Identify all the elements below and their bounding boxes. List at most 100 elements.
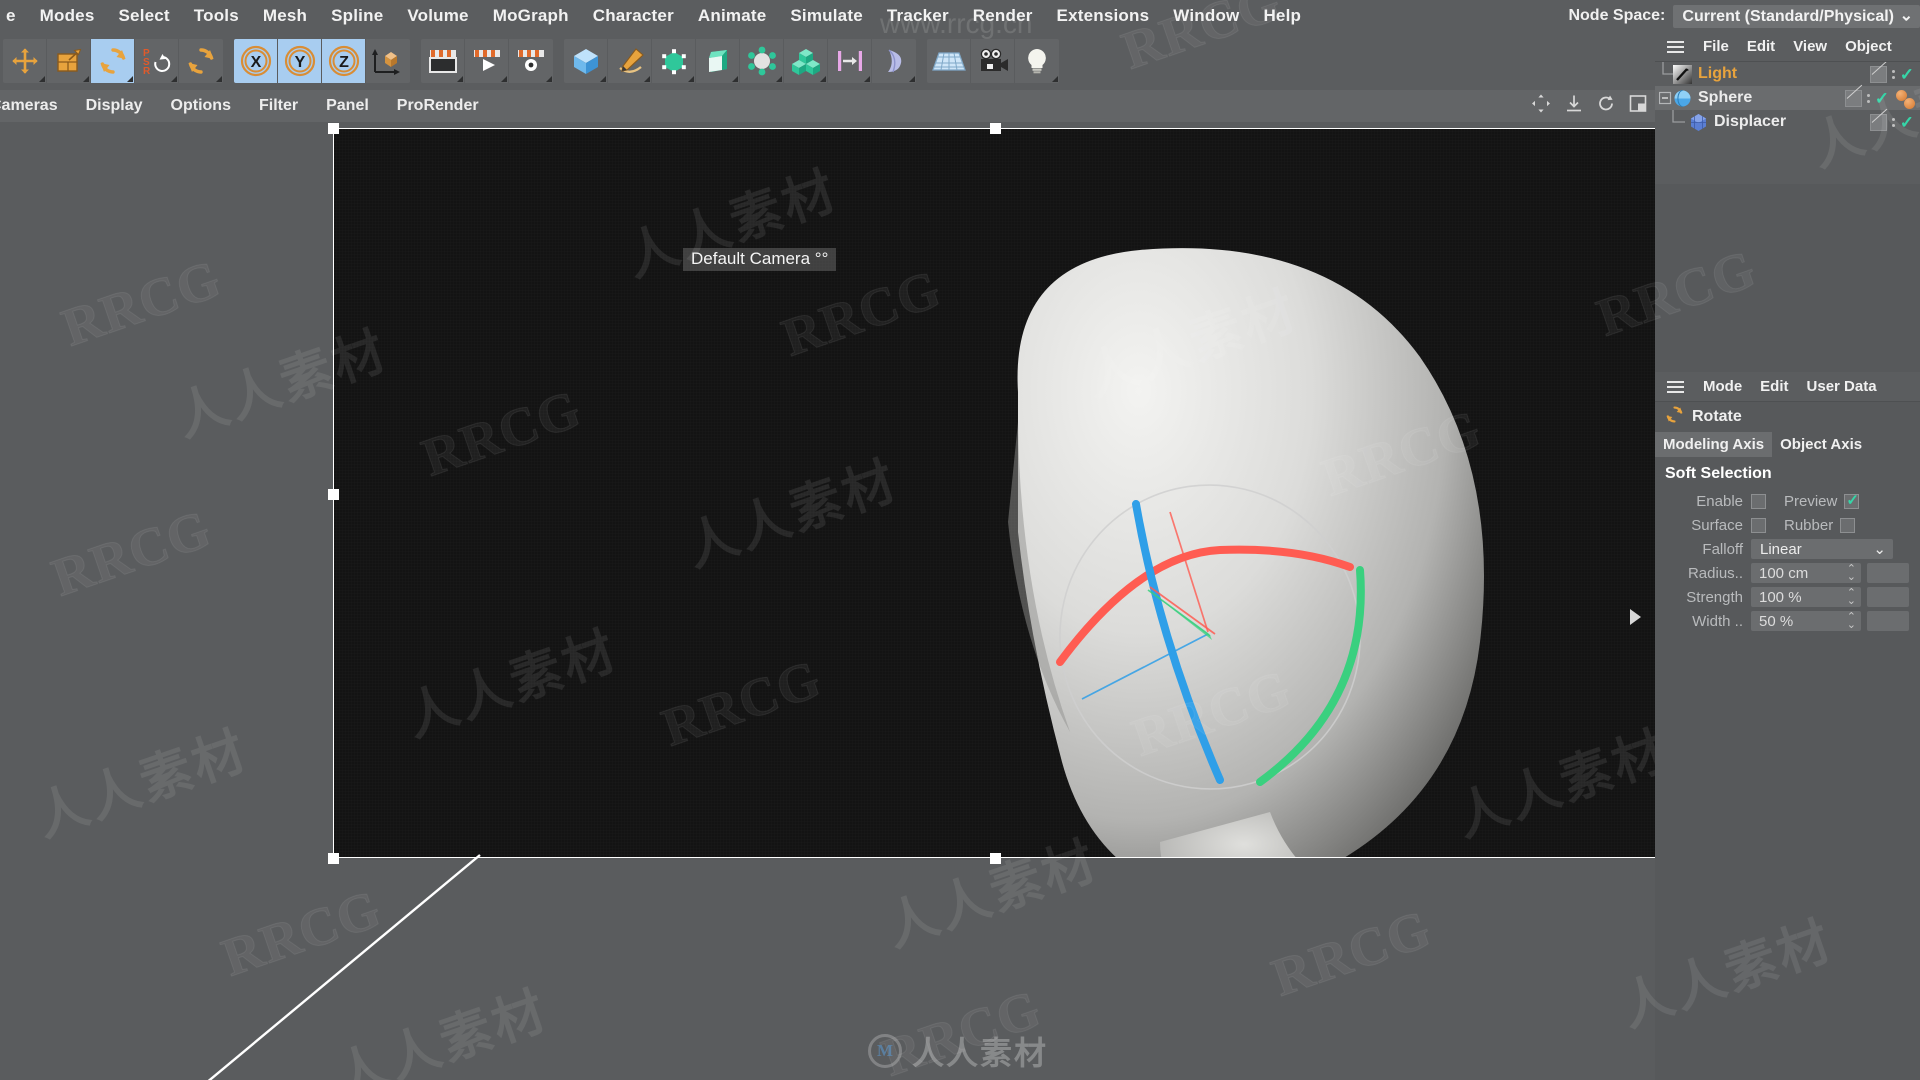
checkbox-enable[interactable] (1751, 493, 1766, 509)
menu-item-render[interactable]: Render (961, 6, 1045, 26)
visibility-tag-icon[interactable] (1869, 65, 1887, 83)
viewport-menu-display[interactable]: Display (72, 97, 157, 115)
viewport-menu-prorender[interactable]: ProRender (383, 97, 493, 115)
menu-item-mesh[interactable]: Mesh (251, 6, 319, 26)
label-rubber: Rubber (1784, 516, 1834, 534)
stepper-icon[interactable]: ⌃ ⌄ (1847, 612, 1856, 631)
rotate-alt-tool-button[interactable] (179, 39, 223, 83)
viewport-menu-cameras[interactable]: Cameras (0, 97, 72, 115)
menu-item-extensions[interactable]: Extensions (1045, 6, 1162, 26)
attr-menu-user-data[interactable]: User Data (1798, 378, 1886, 395)
rotate-gizmo[interactable] (1030, 462, 1380, 812)
menu-item-mograph[interactable]: MoGraph (481, 6, 581, 26)
render-settings-button[interactable] (509, 39, 553, 83)
attr-menu-mode[interactable]: Mode (1694, 378, 1751, 395)
menu-item-window[interactable]: Window (1161, 6, 1251, 26)
tool-flyout-corner (909, 76, 915, 82)
menu-item-0[interactable]: e (0, 6, 28, 26)
add-spline-button[interactable] (608, 39, 652, 83)
menu-item-tracker[interactable]: Tracker (875, 6, 961, 26)
strength-extra-field[interactable] (1867, 587, 1909, 607)
visibility-dots-icon[interactable] (1891, 69, 1895, 79)
pan-icon[interactable] (1531, 94, 1551, 119)
menu-item-volume[interactable]: Volume (395, 6, 480, 26)
add-deformer-button[interactable] (696, 39, 740, 83)
add-character-button[interactable] (872, 39, 916, 83)
sphere-object-icon (1673, 89, 1692, 108)
object-manager-tree[interactable]: Light ✓ Sphere ✓ Displacer ✓ (1655, 62, 1920, 184)
add-floor-button[interactable] (927, 39, 971, 83)
viewport-expand-arrow[interactable] (1630, 609, 1641, 625)
displacer-tag-dots-icon[interactable] (1896, 90, 1916, 110)
checkbox-preview[interactable] (1844, 491, 1860, 509)
add-camera-button[interactable] (971, 39, 1015, 83)
hamburger-icon[interactable] (1662, 380, 1688, 393)
objmgr-menu-file[interactable]: File (1694, 38, 1738, 55)
visibility-dots-icon[interactable] (1891, 117, 1895, 127)
menu-item-character[interactable]: Character (581, 6, 686, 26)
world-object-coords-button[interactable] (366, 39, 410, 83)
move-tool-button[interactable] (3, 39, 47, 83)
rotate-tool-button[interactable] (91, 39, 135, 83)
input-radius[interactable]: 100 cm ⌃ ⌄ (1751, 563, 1861, 583)
enable-check-icon[interactable]: ✓ (1900, 66, 1914, 83)
menu-item-spline[interactable]: Spline (319, 6, 395, 26)
checkbox-surface[interactable] (1751, 517, 1766, 533)
object-row-sphere[interactable]: Sphere ✓ (1655, 86, 1920, 110)
axis-z-toggle[interactable]: Z (322, 39, 366, 83)
width-extra-field[interactable] (1867, 611, 1909, 631)
select-falloff[interactable]: Linear ⌄ (1751, 539, 1893, 559)
add-scene-object-button[interactable] (740, 39, 784, 83)
enable-check-icon[interactable]: ✓ (1900, 114, 1914, 131)
tree-expand-toggle[interactable] (1658, 86, 1673, 110)
row-surface-rubber: Surface Rubber (1655, 513, 1920, 537)
viewport-menu-filter[interactable]: Filter (245, 97, 312, 115)
enable-check-icon[interactable]: ✓ (1875, 90, 1889, 107)
visibility-dots-icon[interactable] (1866, 93, 1870, 103)
add-light-button[interactable] (1015, 39, 1059, 83)
viewport-menu-panel[interactable]: Panel (312, 97, 383, 115)
menu-item-help[interactable]: Help (1251, 6, 1313, 26)
menu-item-modes[interactable]: Modes (28, 6, 107, 26)
scale-tool-button[interactable] (47, 39, 91, 83)
axis-x-toggle[interactable]: X (234, 39, 278, 83)
menu-item-animate[interactable]: Animate (686, 6, 778, 26)
psr-tool-button[interactable]: P S R (135, 39, 179, 83)
axis-y-toggle[interactable]: Y (278, 39, 322, 83)
tab-object-axis[interactable]: Object Axis (1772, 432, 1870, 457)
radius-extra-field[interactable] (1867, 563, 1909, 583)
add-generator-button[interactable] (652, 39, 696, 83)
stepper-icon[interactable]: ⌃ ⌄ (1847, 588, 1856, 607)
objmgr-menu-object[interactable]: Object (1836, 38, 1901, 55)
object-row-displacer[interactable]: Displacer ✓ (1655, 110, 1920, 134)
node-space-select[interactable]: Current (Standard/Physical) ⌄ (1673, 4, 1920, 28)
attr-menu-edit[interactable]: Edit (1751, 378, 1797, 395)
menu-item-simulate[interactable]: Simulate (778, 6, 874, 26)
object-row-light[interactable]: Light ✓ (1655, 62, 1920, 86)
input-strength[interactable]: 100 % ⌃ ⌄ (1751, 587, 1861, 607)
add-simulate-button[interactable] (828, 39, 872, 83)
maximize-view-icon[interactable] (1629, 95, 1647, 118)
rotate-view-icon[interactable] (1597, 95, 1615, 118)
3d-viewport[interactable]: Default Camera °° RRCG 人人素材 RRCG 人人素材 RR… (0, 122, 1655, 1080)
attributes-tabs: Modeling Axis Object Axis (1655, 432, 1920, 457)
visibility-tag-icon[interactable] (1869, 113, 1887, 131)
tab-modeling-axis[interactable]: Modeling Axis (1655, 432, 1773, 457)
render-view-button[interactable] (421, 39, 465, 83)
zoom-icon[interactable] (1565, 94, 1583, 119)
render-queue-button[interactable] (465, 39, 509, 83)
visibility-tag-icon[interactable] (1844, 89, 1862, 107)
objmgr-menu-edit[interactable]: Edit (1738, 38, 1784, 55)
hamburger-icon[interactable] (1662, 40, 1688, 53)
input-width[interactable]: 50 % ⌃ ⌄ (1751, 611, 1861, 631)
checkbox-rubber[interactable] (1840, 517, 1856, 533)
objmgr-menu-view[interactable]: View (1784, 38, 1836, 55)
add-cube-object-button[interactable] (564, 39, 608, 83)
svg-text:Z: Z (339, 54, 349, 71)
viewport-menu-options[interactable]: Options (157, 97, 245, 115)
tool-flyout-corner (216, 76, 222, 82)
add-mograph-button[interactable] (784, 39, 828, 83)
stepper-icon[interactable]: ⌃ ⌄ (1847, 564, 1856, 583)
menu-item-tools[interactable]: Tools (182, 6, 251, 26)
menu-item-select[interactable]: Select (107, 6, 182, 26)
